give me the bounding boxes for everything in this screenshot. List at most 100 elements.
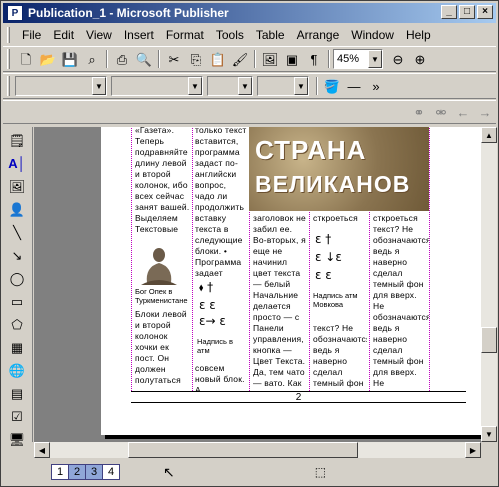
column-2-text[interactable]: только текст вставится, программа задаст… — [195, 127, 247, 277]
print-icon[interactable]: ⎙ — [111, 48, 133, 70]
svg-text:ε ε: ε ε — [199, 298, 216, 312]
menu-grip[interactable] — [7, 27, 10, 43]
page-tab-1[interactable]: 1 — [51, 464, 69, 480]
chevron-down-icon[interactable]: ▼ — [188, 77, 202, 95]
style-combo[interactable]: ▼ — [15, 76, 107, 96]
scroll-up-arrow-icon[interactable]: ▲ — [481, 127, 497, 143]
banner-title-line-2: ВЕЛИКАНОВ — [255, 171, 411, 197]
clip-art-icon[interactable]: 👤 — [6, 199, 28, 219]
zoom-box[interactable]: ▼ — [257, 76, 309, 96]
rectangle-tool-icon[interactable]: ▭ — [6, 291, 28, 311]
horizontal-scroll-thumb[interactable] — [128, 442, 358, 458]
scroll-right-arrow-icon[interactable]: ▶ — [465, 442, 481, 458]
zoom-combo[interactable]: 45% ▼ — [333, 49, 383, 69]
column-4-caption: Надпись атм Мовкова — [313, 291, 358, 309]
menu-edit[interactable]: Edit — [47, 28, 80, 42]
save-icon[interactable]: 💾 — [59, 48, 81, 70]
menu-table[interactable]: Table — [250, 28, 291, 42]
previous-frame-icon[interactable]: ← — [452, 101, 474, 123]
cut-icon[interactable]: ✂ — [163, 48, 185, 70]
column-1-text-2[interactable]: Блоки левой и второй колонок хочки ек по… — [135, 309, 191, 387]
paragraph-mark-icon[interactable]: ¶ — [303, 48, 325, 70]
menu-help[interactable]: Help — [400, 28, 437, 42]
chevron-down-icon[interactable]: ▼ — [238, 77, 252, 95]
menu-window[interactable]: Window — [345, 28, 400, 42]
line-tool-icon[interactable]: ╲ — [6, 222, 28, 242]
menu-format[interactable]: Format — [160, 28, 210, 42]
toolbar-separator — [316, 77, 318, 95]
page-tab-2[interactable]: 2 — [68, 464, 86, 480]
menu-tools[interactable]: Tools — [210, 28, 250, 42]
publication-page[interactable]: «Газета». Теперь подравняйте длину левой… — [101, 127, 481, 435]
next-frame-icon[interactable]: → — [474, 101, 496, 123]
column-1-text[interactable]: «Газета». Теперь подравняйте длину левой… — [135, 127, 191, 243]
toolbar-separator — [106, 50, 108, 68]
column-2-text-2[interactable]: совсем новый блок. А — [195, 363, 247, 391]
font-size-combo[interactable]: ▼ — [207, 76, 253, 96]
buddha-picture[interactable] — [135, 245, 183, 287]
page-tab-4[interactable]: 4 — [102, 464, 120, 480]
autoshapes-icon[interactable]: ⬠ — [6, 314, 28, 334]
column-4-text[interactable]: сткроеться — [313, 213, 367, 225]
copy-icon[interactable]: ⎘ — [185, 48, 207, 70]
horizontal-scrollbar[interactable]: ◀ ▶ — [34, 442, 481, 458]
maximize-button[interactable]: □ — [459, 5, 475, 19]
html-fragment-icon[interactable]: 🖥 — [6, 429, 28, 449]
scroll-down-arrow-icon[interactable]: ▼ — [481, 426, 497, 442]
arrow-tool-icon[interactable]: ↘ — [6, 245, 28, 265]
minimize-button[interactable]: _ — [441, 5, 457, 19]
text-box-icon[interactable]: A│ — [6, 153, 28, 173]
vertical-scrollbar[interactable]: ▲ ▼ — [481, 127, 497, 442]
font-combo[interactable]: ▼ — [111, 76, 203, 96]
scroll-left-arrow-icon[interactable]: ◀ — [34, 442, 50, 458]
toolbar-grip[interactable] — [7, 49, 10, 69]
fill-color-icon[interactable]: 🪣 — [321, 75, 343, 97]
cursor-position-icon: ↖ — [163, 463, 175, 480]
form-control-icon[interactable]: ☑ — [6, 406, 28, 426]
page-tab-3[interactable]: 3 — [85, 464, 103, 480]
svg-text:ε→ ε: ε→ ε — [199, 314, 226, 328]
link-icon[interactable]: ⚭ — [408, 101, 430, 123]
print-preview-icon[interactable]: 🔍 — [133, 48, 155, 70]
formatting-toolbar: ▼ ▼ ▼ ▼ 🪣 ― » — [3, 73, 496, 99]
picture-frame-icon[interactable]: 🖼 — [6, 176, 28, 196]
menu-arrange[interactable]: Arrange — [291, 28, 346, 42]
search-file-icon[interactable]: ⌕ — [81, 48, 103, 70]
open-folder-icon[interactable]: 📂 — [37, 48, 59, 70]
zoom-out-icon[interactable]: ⊖ — [387, 48, 409, 70]
table-tool-icon[interactable]: ▦ — [6, 337, 28, 357]
zoom-in-icon[interactable]: ⊕ — [409, 48, 431, 70]
svg-text:ε ε: ε ε — [315, 268, 332, 282]
unlink-icon[interactable]: ⚮ — [430, 101, 452, 123]
oval-tool-icon[interactable]: ◯ — [6, 268, 28, 288]
vertical-scroll-thumb[interactable] — [481, 327, 497, 353]
format-painter-icon[interactable]: 🖌 — [229, 48, 251, 70]
title-banner[interactable]: СТРАНА ВЕЛИКАНОВ — [249, 127, 429, 211]
wordart-icon[interactable]: 🌐 — [6, 360, 28, 380]
insert-picture-icon[interactable]: 🖼 — [259, 48, 281, 70]
paste-icon[interactable]: 📋 — [207, 48, 229, 70]
toolbar-separator — [328, 50, 330, 68]
column-3-text[interactable]: заголовок не забил ее. Во-вторых, я еще … — [253, 213, 307, 389]
close-button[interactable]: × — [477, 5, 493, 19]
more-buttons-icon[interactable]: » — [365, 75, 387, 97]
publisher-app-icon[interactable]: P — [7, 5, 23, 21]
document-workspace[interactable]: «Газета». Теперь подравняйте длину левой… — [34, 127, 481, 442]
column-4-text-2[interactable]: текст? Не обозначаются: ведь я наверно с… — [313, 323, 367, 389]
column-5-text[interactable]: сткроеться текст? Не обозначаются: ведь … — [373, 213, 429, 389]
chevron-down-icon[interactable]: ▼ — [294, 77, 308, 95]
glyph-illustration: 🞟 † ε ε ε→ ε — [199, 280, 226, 328]
design-gallery-icon[interactable]: 🗒 — [6, 130, 28, 150]
menu-insert[interactable]: Insert — [118, 28, 160, 42]
menu-file[interactable]: File — [16, 28, 47, 42]
column-1-caption: Бог Опек в Туркменистане — [135, 287, 188, 305]
line-color-icon[interactable]: ― — [343, 75, 365, 97]
chevron-down-icon[interactable]: ▼ — [368, 50, 382, 68]
new-document-icon[interactable]: 🗋 — [15, 48, 37, 70]
menu-view[interactable]: View — [80, 28, 118, 42]
object-size-icon: ⬚ — [314, 465, 327, 479]
hot-spot-icon[interactable]: ▤ — [6, 383, 28, 403]
chevron-down-icon[interactable]: ▼ — [92, 77, 106, 95]
toolbar-grip[interactable] — [7, 76, 10, 96]
bring-to-front-icon[interactable]: ▣ — [281, 48, 303, 70]
